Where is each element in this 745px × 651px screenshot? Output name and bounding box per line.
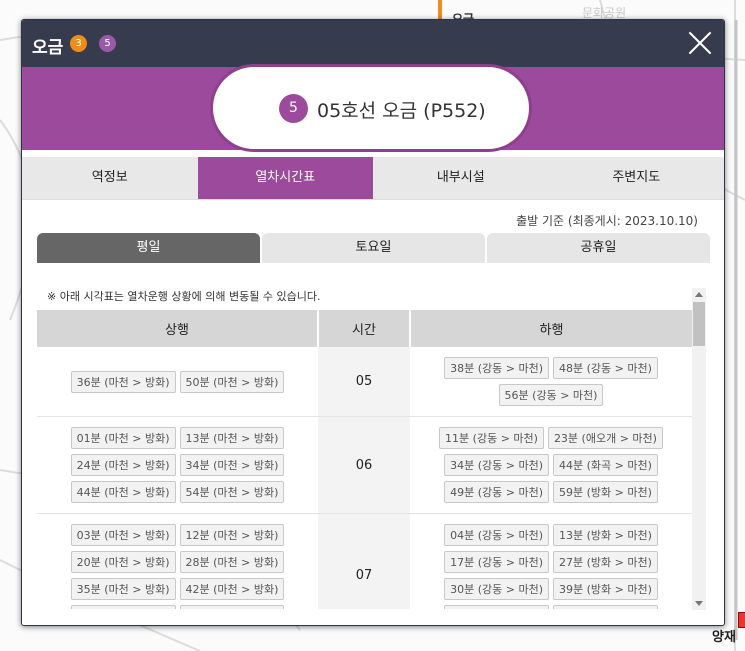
scrollbar[interactable]: [692, 288, 706, 610]
departure-chip[interactable]: 01분 (마천 > 방화): [70, 427, 176, 449]
departure-chip[interactable]: 35분 (마천 > 방화): [70, 578, 176, 600]
departure-chip[interactable]: 50분 (마천 > 방화): [179, 370, 285, 393]
departure-chip[interactable]: 17분 (강동 > 마천): [444, 551, 549, 573]
up-departure-list: 36분 (마천 > 방화) 50분 (마천 > 방화): [37, 370, 318, 393]
header-hour: 시간: [318, 310, 411, 347]
departure-chip[interactable]: 54분 (마천 > 방화): [179, 481, 285, 503]
departure-chip[interactable]: 23분 (애오개 > 마천): [547, 427, 663, 449]
info-tabs: 역정보 열차시간표 내부시설 주변지도: [22, 150, 724, 200]
scrollbar-thumb[interactable]: [693, 302, 705, 346]
tab-facilities[interactable]: 내부시설: [373, 157, 549, 199]
tab-weekday[interactable]: 평일: [37, 233, 260, 263]
departure-chip[interactable]: 38분 (강동 > 마천): [444, 357, 549, 379]
tab-station-info[interactable]: 역정보: [22, 157, 198, 199]
timetable-body: 36분 (마천 > 방화) 50분 (마천 > 방화) 05 38분 (강동 > 마천…: [37, 347, 692, 609]
departure-chip[interactable]: 56분 (강동 > 마천): [498, 384, 604, 406]
station-line-name: 05호선 오금 (P552): [317, 100, 486, 122]
header-down: 하행: [410, 310, 692, 347]
map-station-label[interactable]: 양재: [712, 626, 736, 645]
departure-chip[interactable]: 59분 (방화 > 마천): [553, 481, 658, 503]
down-departure-list: 04분 (강동 > 마천) 13분 (방화 > 마천) 17분 (강동 > 마천) 2…: [410, 524, 692, 609]
departure-chip[interactable]: 39분 (방화 > 마천): [553, 578, 658, 600]
station-popup: 오금 3 5 5 05호선 오금 (P552) 역정보 열차시간표 내부시설 주…: [21, 19, 725, 626]
popup-titlebar: 오금 3 5: [22, 20, 724, 67]
up-departure-list: 03분 (마천 > 방화) 12분 (마천 > 방화) 20분 (마천 > 방화) 2…: [37, 524, 318, 609]
timetable-scroll-area[interactable]: ※ 아래 시각표는 열차운행 상황에 의해 변동될 수 있습니다. 상행 시간 …: [37, 284, 707, 609]
tab-nearby-map[interactable]: 주변지도: [549, 157, 725, 199]
departure-chip[interactable]: 03분 (마천 > 방화): [70, 524, 176, 546]
timetable-note: ※ 아래 시각표는 열차운행 상황에 의해 변동될 수 있습니다.: [47, 290, 321, 303]
departure-chip[interactable]: 13분 (마천 > 방화): [179, 427, 285, 449]
map-marker-icon[interactable]: [738, 612, 745, 628]
up-departure-list: 01분 (마천 > 방화) 13분 (마천 > 방화) 24분 (마천 > 방화) 3…: [37, 427, 318, 503]
departure-chip[interactable]: 24분 (마천 > 방화): [70, 454, 176, 476]
departure-chip[interactable]: 30분 (강동 > 마천): [444, 578, 549, 600]
timetable-table: 상행 시간 하행 36분 (마천 > 방화) 50분 (마천 > 방화) 05 38분…: [37, 310, 692, 609]
departure-chip[interactable]: 34분 (마천 > 방화): [179, 454, 285, 476]
line-header-band: 5 05호선 오금 (P552): [22, 64, 724, 152]
departure-chip[interactable]: 49분 (강동 > 마천): [444, 481, 549, 503]
departure-chip[interactable]: 51분 (방화 > 마천): [553, 605, 658, 609]
last-updated-text: 출발 기준 (최종게시: 2023.10.10): [516, 214, 698, 228]
day-tabs: 평일 토요일 공휴일: [37, 233, 710, 263]
close-icon[interactable]: [687, 30, 713, 56]
tab-timetable[interactable]: 열차시간표: [197, 157, 373, 199]
popup-title: 오금: [32, 38, 64, 58]
departure-chip[interactable]: 43분 (강동 > 마천): [444, 605, 549, 609]
down-departures-cell: 38분 (강동 > 마천) 48분 (강동 > 마천) 56분 (강동 > 마천): [410, 347, 692, 417]
scroll-up-icon[interactable]: [695, 292, 703, 297]
station-name-pill: 5 05호선 오금 (P552): [210, 64, 532, 152]
departure-chip[interactable]: 20분 (마천 > 방화): [70, 551, 176, 573]
departure-chip[interactable]: 27분 (방화 > 마천): [553, 551, 658, 573]
tab-holiday[interactable]: 공휴일: [487, 233, 710, 263]
hour-cell: 05: [318, 347, 410, 417]
table-row: 36분 (마천 > 방화) 50분 (마천 > 방화) 05 38분 (강동 > 마천…: [37, 347, 692, 417]
departure-chip[interactable]: 28분 (마천 > 방화): [179, 551, 285, 573]
up-departures-cell: 36분 (마천 > 방화) 50분 (마천 > 방화): [37, 347, 318, 417]
departure-chip[interactable]: 34분 (강동 > 마천): [444, 454, 549, 476]
departure-chip[interactable]: 13분 (방화 > 마천): [553, 524, 658, 546]
scroll-down-icon[interactable]: [695, 601, 703, 606]
down-departures-cell: 11분 (강동 > 마천) 23분 (애오개 > 마천) 34분 (강동 > 마천)…: [410, 416, 692, 514]
hour-cell: 07: [318, 513, 410, 609]
header-up: 상행: [37, 310, 319, 347]
hour-cell: 06: [318, 416, 410, 514]
table-row: 01분 (마천 > 방화) 13분 (마천 > 방화) 24분 (마천 > 방화) 3…: [37, 416, 692, 514]
up-departures-cell: 03분 (마천 > 방화) 12분 (마천 > 방화) 20분 (마천 > 방화) 2…: [37, 513, 318, 609]
line-5-badge[interactable]: 5: [99, 35, 116, 52]
line-3-badge[interactable]: 3: [70, 35, 87, 52]
departure-chip[interactable]: 44분 (화곡 > 마천): [553, 454, 658, 476]
down-departure-list: 11분 (강동 > 마천) 23분 (애오개 > 마천) 34분 (강동 > 마천)…: [410, 427, 692, 503]
departure-chip[interactable]: 44분 (마천 > 방화): [70, 481, 176, 503]
departure-chip[interactable]: 54분 (마천 > 방화): [179, 605, 285, 609]
departure-chip[interactable]: 48분 (마천 > 방화): [70, 605, 176, 609]
departure-chip[interactable]: 48분 (강동 > 마천): [553, 357, 658, 379]
up-departures-cell: 01분 (마천 > 방화) 13분 (마천 > 방화) 24분 (마천 > 방화) 3…: [37, 416, 318, 514]
departure-chip[interactable]: 04분 (강동 > 마천): [444, 524, 549, 546]
departure-chip[interactable]: 42분 (마천 > 방화): [179, 578, 285, 600]
table-row: 03분 (마천 > 방화) 12분 (마천 > 방화) 20분 (마천 > 방화) 2…: [37, 513, 692, 609]
line-number-icon: 5: [279, 94, 308, 123]
tab-saturday[interactable]: 토요일: [262, 233, 485, 263]
departure-chip[interactable]: 36분 (마천 > 방화): [70, 370, 176, 393]
down-departure-list: 38분 (강동 > 마천) 48분 (강동 > 마천) 56분 (강동 > 마천): [410, 357, 692, 406]
down-departures-cell: 04분 (강동 > 마천) 13분 (방화 > 마천) 17분 (강동 > 마천) 2…: [410, 513, 692, 609]
departure-chip[interactable]: 11분 (강동 > 마천): [439, 427, 544, 449]
departure-chip[interactable]: 12분 (마천 > 방화): [179, 524, 285, 546]
timetable-meta: 출발 기준 (최종게시: 2023.10.10): [22, 200, 724, 233]
